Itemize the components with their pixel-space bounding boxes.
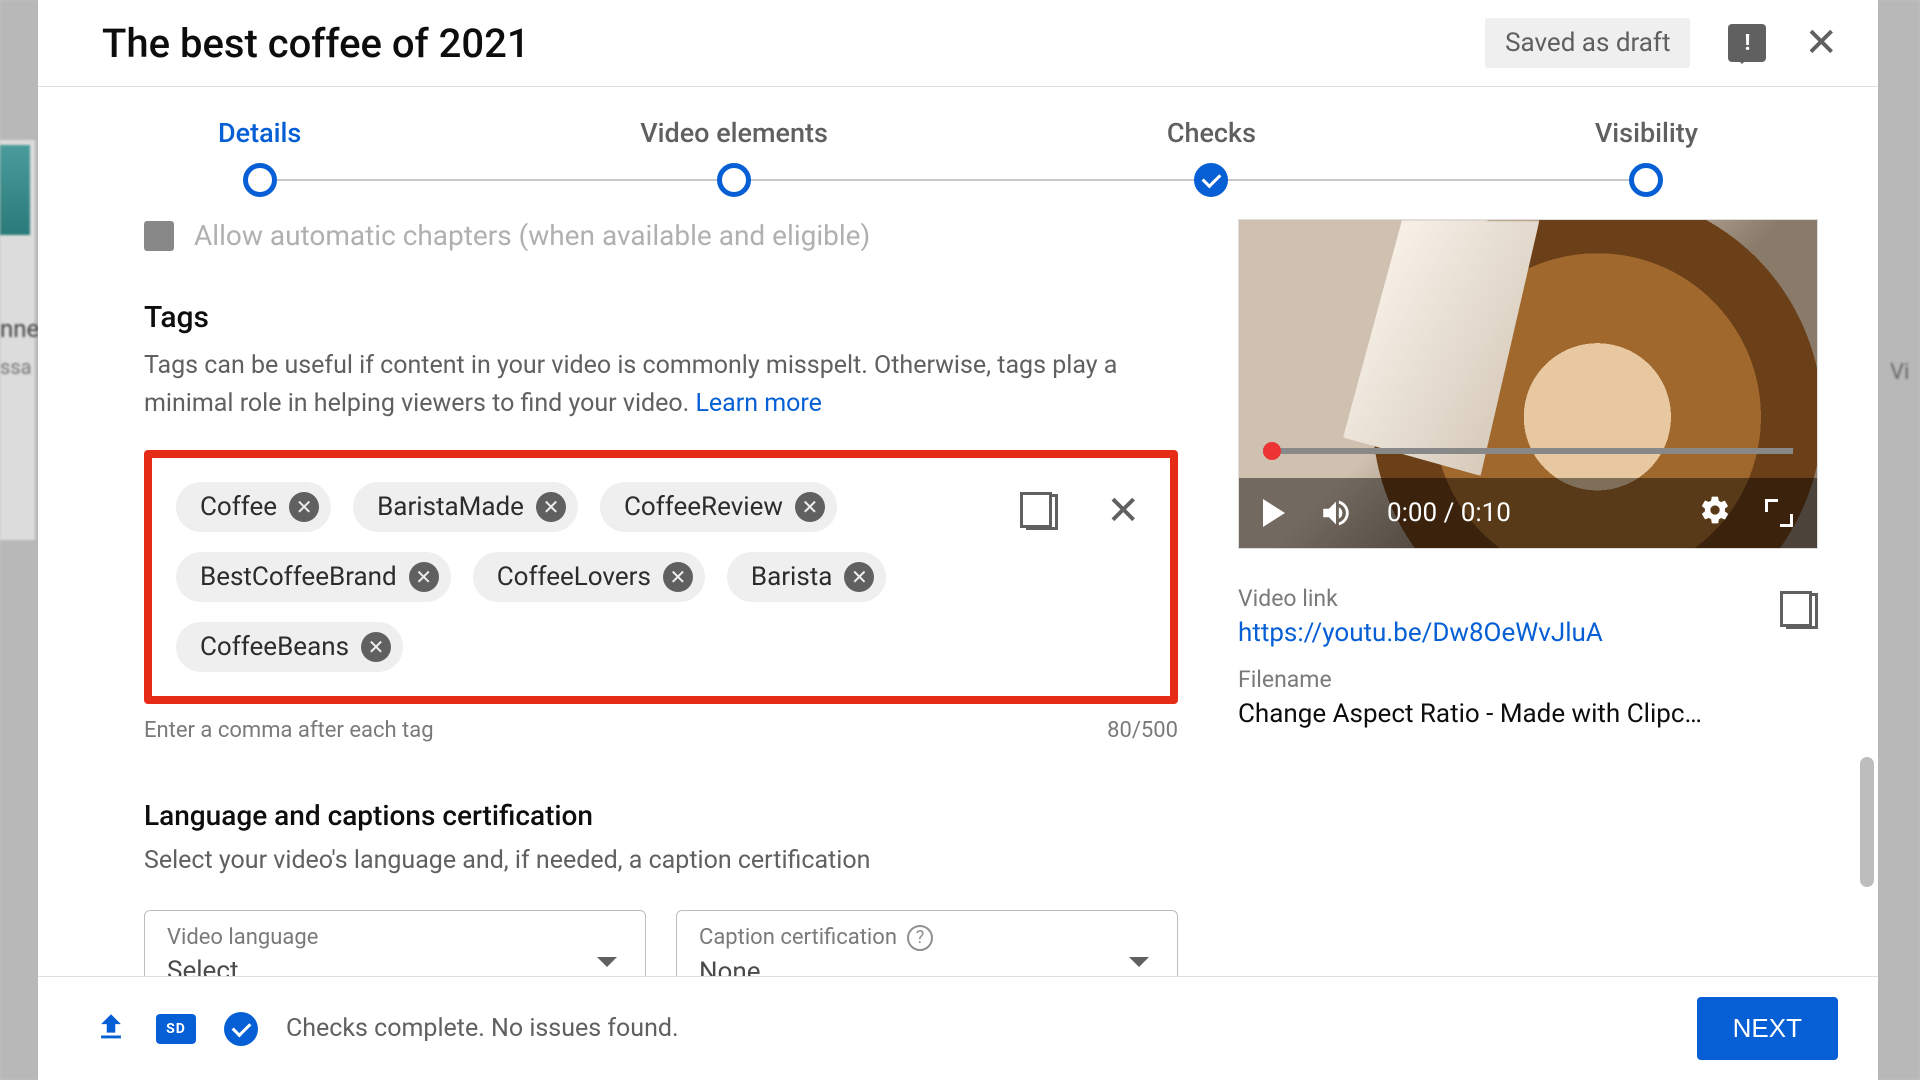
tag-chip: Barista ✕ [727,552,887,602]
remove-tag-icon[interactable]: ✕ [795,492,825,522]
tag-chip: Coffee ✕ [176,482,331,532]
filename-value: Change Aspect Ratio - Made with Clipc… [1238,699,1818,729]
video-link[interactable]: https://youtu.be/Dw8OeWvJluA [1238,618,1760,648]
remove-tag-icon[interactable]: ✕ [361,632,391,662]
feedback-icon[interactable] [1728,24,1766,62]
gear-icon[interactable] [1699,494,1731,533]
next-button[interactable]: NEXT [1697,997,1838,1060]
video-details-dialog: The best coffee of 2021 Saved as draft ✕… [38,0,1878,1080]
saved-as-draft-badge: Saved as draft [1485,18,1690,68]
fullscreen-icon[interactable] [1765,499,1793,527]
language-description: Select your video's language and, if nee… [144,842,1178,880]
step-video-elements[interactable]: Video elements [640,117,828,197]
tag-label: BaristaMade [377,492,524,522]
video-language-select[interactable]: Video language Select [144,910,646,977]
tag-label: Barista [751,562,833,592]
tag-label: Coffee [200,492,277,522]
chevron-down-icon [1129,957,1149,977]
step-details[interactable]: Details [218,117,301,197]
seek-handle[interactable] [1263,442,1281,460]
tags-description: Tags can be useful if content in your vi… [144,347,1178,422]
chevron-down-icon [597,957,617,977]
help-icon[interactable]: ? [907,925,933,951]
tags-input[interactable]: ✕ Coffee✕BaristaMade✕CoffeeReview✕BestCo… [144,450,1178,704]
caption-certification-select[interactable]: Caption certification ? None [676,910,1178,977]
video-link-label: Video link [1238,585,1760,612]
filename-label: Filename [1238,666,1818,693]
tag-chip: BestCoffeeBrand ✕ [176,552,451,602]
scrollbar-thumb[interactable] [1860,757,1874,887]
copy-link-icon[interactable] [1780,591,1818,629]
video-preview[interactable]: 0:00 / 0:10 [1238,219,1818,549]
volume-icon[interactable] [1319,496,1353,530]
play-icon[interactable] [1263,499,1285,527]
seek-bar[interactable] [1263,448,1793,454]
dialog-title: The best coffee of 2021 [102,20,530,67]
clear-tags-icon[interactable]: ✕ [1106,499,1140,523]
tag-label: CoffeeLovers [497,562,651,592]
tag-label: CoffeeBeans [200,632,349,662]
upload-icon[interactable] [94,1010,128,1048]
tag-chip: BaristaMade ✕ [353,482,578,532]
tag-chip: CoffeeLovers ✕ [473,552,705,602]
allow-auto-chapters-row[interactable]: Allow automatic chapters (when available… [144,219,1178,252]
tags-hint: Enter a comma after each tag [144,718,434,743]
remove-tag-icon[interactable]: ✕ [536,492,566,522]
tag-chip: CoffeeReview ✕ [600,482,837,532]
remove-tag-icon[interactable]: ✕ [289,492,319,522]
video-time: 0:00 / 0:10 [1387,498,1511,528]
step-visibility[interactable]: Visibility [1595,117,1698,197]
tag-label: BestCoffeeBrand [200,562,397,592]
dialog-footer: SD Checks complete. No issues found. NEX… [38,976,1878,1080]
checkbox-icon[interactable] [144,221,174,251]
tag-label: CoffeeReview [624,492,783,522]
tags-counter: 80/500 [1107,718,1178,743]
check-complete-icon [224,1012,258,1046]
dialog-header: The best coffee of 2021 Saved as draft ✕ [38,0,1878,87]
remove-tag-icon[interactable]: ✕ [844,562,874,592]
learn-more-link[interactable]: Learn more [695,389,821,418]
close-icon[interactable]: ✕ [1804,23,1838,63]
language-heading: Language and captions certification [144,799,1178,832]
tags-heading: Tags [144,300,1178,335]
sd-badge-icon: SD [156,1014,196,1044]
checks-status-text: Checks complete. No issues found. [286,1014,679,1043]
remove-tag-icon[interactable]: ✕ [409,562,439,592]
progress-stepper: Details Video elements Checks Visibility [38,87,1878,197]
remove-tag-icon[interactable]: ✕ [663,562,693,592]
copy-tags-icon[interactable] [1020,492,1058,530]
tag-chip: CoffeeBeans ✕ [176,622,403,672]
step-checks[interactable]: Checks [1167,117,1256,197]
